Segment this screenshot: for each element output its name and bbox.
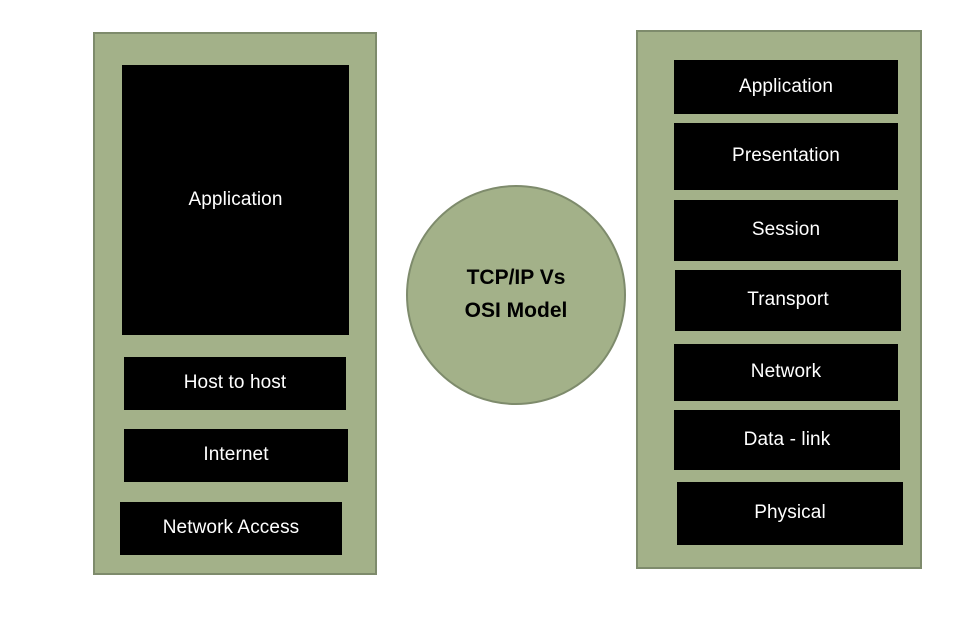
osi-layer-transport-label: Transport — [747, 289, 829, 311]
diagram-title-circle: TCP/IP Vs OSI Model — [406, 185, 626, 405]
osi-layer-application-label: Application — [738, 75, 834, 97]
osi-layer-transport[interactable]: Transport — [675, 270, 901, 331]
tcpip-layer-host-to-host-label: Host to host — [183, 372, 287, 394]
osi-layer-session[interactable]: Session — [674, 200, 898, 261]
osi-layer-network-label: Network — [750, 361, 822, 383]
tcpip-layer-internet-label: Internet — [203, 444, 269, 466]
osi-layer-presentation-label: Presentation — [732, 145, 840, 167]
osi-model-panel: Application Presentation Session Transpo… — [636, 30, 922, 569]
osi-layer-data-link-label: Data - link — [743, 428, 831, 450]
osi-layer-data-link[interactable]: Data - link — [674, 410, 900, 470]
diagram-title-line-2: OSI Model — [464, 299, 568, 322]
tcpip-layer-application-label: Application — [188, 188, 283, 210]
osi-layer-physical-label: Physical — [754, 502, 826, 524]
osi-layer-application[interactable]: Application — [674, 60, 898, 114]
tcpip-layer-network-access[interactable]: Network Access — [120, 502, 342, 555]
osi-layer-network[interactable]: Network — [674, 344, 898, 401]
tcpip-model-panel: Application Host to host Internet Networ… — [93, 32, 377, 575]
diagram-title-line-1: TCP/IP Vs — [466, 266, 566, 290]
tcpip-layer-internet[interactable]: Internet — [124, 429, 348, 482]
tcpip-layer-network-access-label: Network Access — [162, 517, 300, 539]
osi-layer-physical[interactable]: Physical — [677, 482, 903, 545]
osi-layer-session-label: Session — [751, 219, 821, 241]
osi-layer-presentation[interactable]: Presentation — [674, 123, 898, 190]
tcpip-layer-host-to-host[interactable]: Host to host — [124, 357, 346, 410]
tcpip-layer-application[interactable]: Application — [122, 65, 349, 335]
diagram-canvas: Application Host to host Internet Networ… — [0, 0, 955, 639]
